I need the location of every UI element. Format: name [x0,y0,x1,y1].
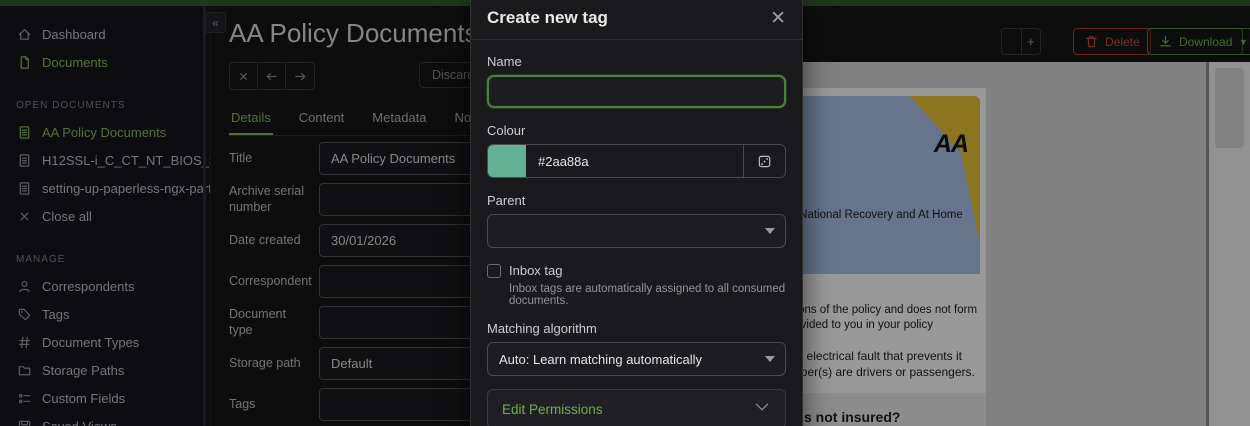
matching-algorithm-select[interactable]: Auto: Learn matching automatically [487,342,786,376]
edit-permissions-label: Edit Permissions [502,402,603,417]
colour-input-group [487,144,786,178]
chevron-down-icon [765,356,775,362]
colour-hex-input[interactable] [526,145,743,177]
parent-select[interactable] [487,214,786,248]
create-tag-modal: Create new tag ✕ Name Colour Parent [470,0,803,426]
colour-label: Colour [487,123,786,138]
modal-title: Create new tag [487,8,608,28]
inbox-tag-hint: Inbox tags are automatically assigned to… [487,283,786,307]
name-label: Name [487,54,786,69]
random-colour-button[interactable] [743,145,785,177]
modal-body: Name Colour Parent [471,40,802,426]
paperless-app: Dashboard Documents OPEN DOCUMENTS AA Po… [0,0,1250,426]
dice-icon [757,154,772,169]
colour-swatch [488,145,526,177]
edit-permissions-accordion[interactable]: Edit Permissions [487,389,786,426]
matching-algorithm-label: Matching algorithm [487,321,786,336]
inbox-tag-label: Inbox tag [509,263,563,278]
chevron-down-icon [753,398,771,421]
chevron-down-icon [765,228,775,234]
inbox-tag-checkbox[interactable] [487,264,501,278]
close-icon[interactable]: ✕ [770,9,786,28]
tag-name-input[interactable] [487,75,786,108]
parent-label: Parent [487,193,786,208]
modal-header: Create new tag ✕ [471,0,802,40]
